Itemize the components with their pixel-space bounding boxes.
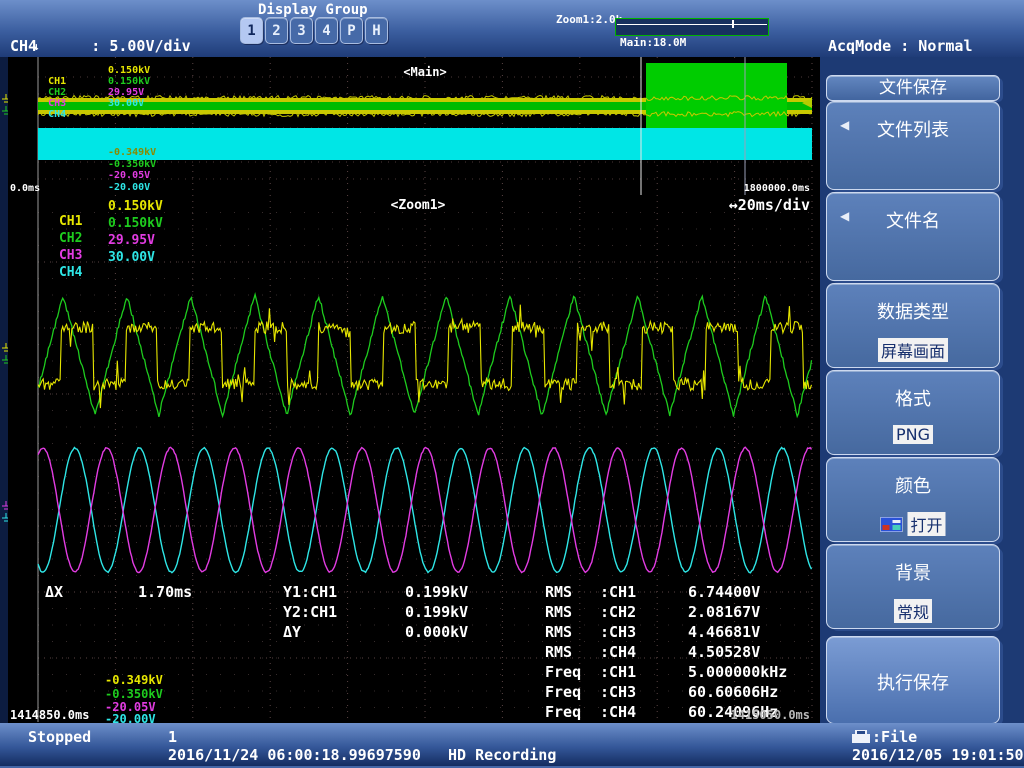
menu-title-file-save: 文件保存 (826, 75, 1000, 101)
meas-val: 4.46681V (688, 624, 760, 641)
main-record-length-label: Main:18.0M (620, 36, 686, 49)
meas-val: 60.60606Hz (688, 684, 778, 701)
meas-ch: :CH2 (600, 604, 636, 621)
background-value: 常规 (894, 599, 932, 623)
trigger-position-icon[interactable]: ↓ (33, 40, 40, 53)
acq-mode-text: AcqMode : Normal (828, 38, 982, 55)
file-destination-label: :File (872, 728, 917, 746)
meas-ch: :CH4 (600, 644, 636, 661)
menu-button-file-name[interactable]: ◀ 文件名 (826, 192, 1000, 281)
main-ch2-bottom-value: -0.350kV (108, 159, 156, 170)
zoom-time-right: 1415050.0ms (731, 709, 810, 722)
cursor-y2-label: Y2:CH1 (283, 604, 337, 621)
main-ch4-bottom-value: -20.00V (108, 182, 150, 193)
meas-row: RMS (545, 644, 572, 661)
display-group-button-p[interactable]: P (340, 17, 363, 44)
meas-ch: :CH1 (600, 664, 636, 681)
zoom-position-bar[interactable] (615, 18, 769, 36)
cursor-dx-label: ΔX (45, 584, 63, 601)
data-type-value: 屏幕画面 (878, 338, 948, 362)
hd-recording-status: HD Recording (448, 746, 556, 764)
zoom-window-title: <Zoom1> (391, 198, 446, 213)
left-edge-strip (0, 57, 8, 723)
acquisition-count: 1 (168, 728, 177, 746)
display-group-buttons: 1 2 3 4 P H (240, 17, 388, 44)
zoom-bar-track (617, 24, 767, 25)
meas-row: Freq (545, 684, 581, 701)
main-ch1-bottom-value: -0.349kV (108, 147, 156, 158)
zoom-time-left: 1414850.0ms (10, 709, 89, 722)
main-time-left: 0.0ms (10, 183, 40, 194)
meas-ch: :CH3 (600, 624, 636, 641)
display-group-button-2[interactable]: 2 (265, 17, 288, 44)
meas-ch: :CH1 (600, 584, 636, 601)
meas-val: 2.08167V (688, 604, 760, 621)
cursor-y2-value: 0.199kV (405, 604, 468, 621)
menu-button-file-list[interactable]: ◀ 文件列表 (826, 101, 1000, 190)
meas-val: 4.50528V (688, 644, 760, 661)
main-ch4-row: CH430.00V (12, 98, 66, 120)
color-palette-icon (880, 517, 902, 532)
waveform-trace-ch2 (38, 295, 812, 417)
main-time-right: 1800000.0ms (744, 183, 810, 194)
ch2-expanded-block (646, 63, 787, 128)
menu-button-background[interactable]: 背景 常规 (826, 544, 1000, 629)
cursor-dy-label: ΔY (283, 624, 301, 641)
display-group-button-3[interactable]: 3 (290, 17, 313, 44)
header-bar: CH4 : 5.00V/div Position : -1.00 div Dis… (0, 0, 1024, 57)
clock-datetime: 2016/12/05 19:01:50 (852, 746, 1024, 764)
menu-button-color[interactable]: 颜色 打开 (826, 457, 1000, 542)
meas-row: Freq (545, 704, 581, 721)
meas-row: RMS (545, 624, 572, 641)
color-value: 打开 (907, 512, 945, 536)
format-value: PNG (893, 425, 933, 444)
menu-button-format[interactable]: 格式 PNG (826, 370, 1000, 455)
acquisition-timestamp: 2016/11/24 06:00:18.99697590 (168, 746, 421, 764)
menu-button-execute-save[interactable]: 执行保存 (826, 636, 1000, 724)
main-ch3-bottom-value: -20.05V (108, 170, 150, 181)
cursor-y1-label: Y1:CH1 (283, 584, 337, 601)
zoom-ch1-bottom-value: -0.349kV (105, 674, 163, 687)
display-group-button-1[interactable]: 1 (240, 17, 263, 44)
cursor-dy-value: 0.000kV (405, 624, 468, 641)
cursor-y1-value: 0.199kV (405, 584, 468, 601)
storage-media-icon (852, 730, 870, 743)
display-group-label: Display Group (258, 2, 368, 18)
zoom-bar-cursor[interactable] (732, 20, 734, 28)
cursor-dx-value: 1.70ms (138, 584, 192, 601)
meas-val: 5.000000kHz (688, 664, 787, 681)
status-bar: Stopped 1 2016/11/24 06:00:18.99697590 H… (0, 723, 1024, 768)
main-window-title: <Main> (403, 66, 446, 79)
zoom-ch4-row: CH430.00V (12, 250, 82, 280)
display-group-button-4[interactable]: 4 (315, 17, 338, 44)
run-status: Stopped (28, 728, 91, 746)
menu-button-data-type[interactable]: 数据类型 屏幕画面 (826, 283, 1000, 368)
meas-row: RMS (545, 604, 572, 621)
meas-ch: :CH4 (600, 704, 636, 721)
meas-row: Freq (545, 664, 581, 681)
oscilloscope-screen: CH4 : 5.00V/div Position : -1.00 div Dis… (0, 0, 1024, 768)
soft-menu-sidebar: 文件保存 ◀ 文件列表 ◀ 文件名 数据类型 屏幕画面 格式 PNG 颜色 (820, 57, 1024, 723)
zoom-factor-label: Zoom1:2.0k (556, 13, 622, 26)
meas-val: 6.74400V (688, 584, 760, 601)
meas-row: RMS (545, 584, 572, 601)
waveform-display-area: <Main> CH10.150kV CH20.150kV CH329.95V C… (8, 57, 820, 723)
zoom-timebase-label: ↔20ms/div (729, 197, 810, 214)
display-group-button-h[interactable]: H (365, 17, 388, 44)
meas-ch: :CH3 (600, 684, 636, 701)
